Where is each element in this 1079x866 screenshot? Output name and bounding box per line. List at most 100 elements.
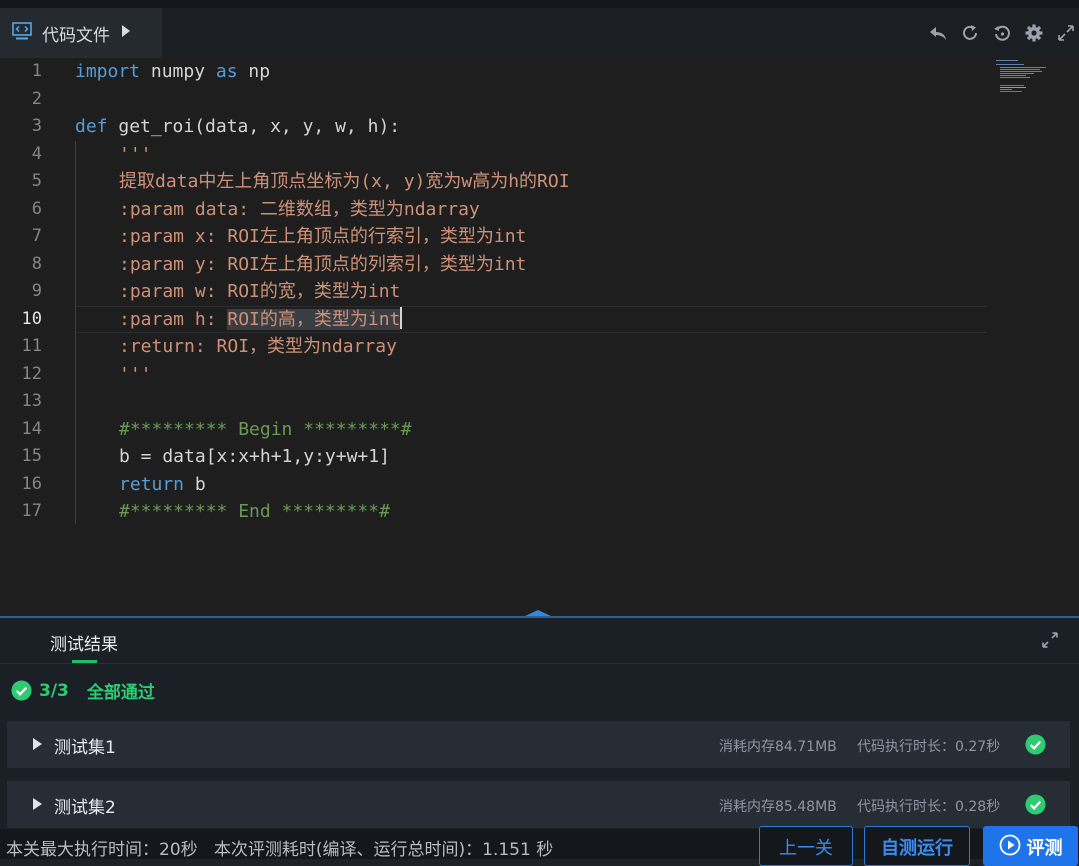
expand-icon[interactable] — [1041, 631, 1059, 649]
code-token: as — [215, 61, 238, 82]
code-token: :param h: — [119, 308, 228, 330]
code-line[interactable]: 5 提取data中左上角顶点坐标为(x, y)宽为w高为h的ROI — [0, 168, 1079, 195]
line-number: 6 — [31, 198, 42, 219]
minimap-line — [996, 60, 1018, 61]
minimap-line — [1000, 77, 1030, 78]
minimap-line — [996, 64, 1024, 65]
test-case-row[interactable]: 测试集1 消耗内存84.71MB 代码执行时长：0.27秒 — [7, 721, 1070, 768]
test-case-row[interactable]: 测试集2 消耗内存85.48MB 代码执行时长：0.28秒 — [7, 781, 1070, 828]
pass-status: 全部通过 — [86, 683, 155, 703]
code-line[interactable]: 2 — [0, 86, 1079, 113]
line-number: 17 — [21, 501, 42, 521]
refresh-icon — [963, 25, 977, 40]
code-token: b — [184, 473, 206, 495]
code-line[interactable]: 7:param x: ROI左上角顶点的行索引，类型为int — [0, 223, 1079, 250]
evaluation-duration: 本次评测耗时(编译、运行总时间)：1.151 秒 — [213, 840, 554, 860]
play-triangle-icon[interactable] — [122, 25, 130, 37]
code-line[interactable]: 8:param y: ROI左上角顶点的列索引，类型为int — [0, 251, 1079, 278]
code-line[interactable]: 6:param data: 二维数组，类型为ndarray — [0, 196, 1079, 223]
line-number: 7 — [31, 226, 42, 246]
code-token: def — [75, 116, 108, 137]
test-case-memory: 消耗内存84.71MB — [719, 739, 837, 755]
gear-icon — [1025, 24, 1043, 42]
code-line[interactable]: 3 def get_roi(data, x, y, w, h): — [0, 113, 1079, 140]
line-number: 16 — [21, 473, 42, 494]
line-number: 9 — [31, 281, 42, 301]
line-number: 11 — [21, 336, 42, 356]
line-number: 3 — [31, 116, 42, 136]
selected-text: ROI的高，类型为int — [227, 308, 401, 330]
tab-test-results[interactable]: 测试结果 — [50, 630, 118, 655]
code-line[interactable]: 16 return b — [0, 471, 1079, 498]
minimap-line — [1000, 85, 1024, 86]
code-line[interactable]: 14 #********* Begin *********# — [0, 416, 1079, 443]
code-token: :param w: ROI的宽，类型为int — [119, 281, 401, 302]
line-number: 13 — [21, 391, 42, 411]
code-token: ''' — [119, 143, 152, 165]
minimap-line — [1000, 67, 1046, 68]
code-line-active[interactable]: 10 :param h: ROI的高，类型为int — [0, 306, 1079, 333]
code-editor[interactable]: 1 import numpy as np 2 3 def get_roi(data,… — [0, 58, 1079, 616]
test-results-panel: 测试结果 3/3 全部通过 测试集1 消耗内存84.71MB 代码执行时长：0.… — [0, 618, 1079, 859]
code-token: b = data[x:x+h+1,y:y+w+1] — [119, 446, 390, 467]
line-number: 5 — [31, 171, 42, 191]
line-number: 10 — [21, 308, 42, 329]
code-line[interactable]: 1 import numpy as np — [0, 58, 1079, 85]
pass-score: 3/3 — [39, 680, 69, 701]
code-token: np — [237, 61, 271, 82]
minimap-line — [1000, 69, 1040, 70]
line-number: 15 — [21, 446, 42, 466]
self-test-run-button[interactable]: 自测运行 — [864, 826, 970, 866]
line-number: 14 — [21, 418, 42, 439]
code-token: return — [119, 473, 185, 495]
result-summary: 3/3 全部通过 — [11, 678, 155, 703]
code-token: :return: ROI，类型为ndarray — [119, 336, 397, 357]
fullscreen-button[interactable] — [1053, 20, 1079, 46]
line-number: 2 — [31, 88, 42, 109]
minimap-line — [1000, 91, 1022, 92]
code-line[interactable]: 4 ''' — [0, 141, 1079, 168]
test-case-memory: 消耗内存85.48MB — [719, 799, 837, 815]
prev-level-label: 上一关 — [779, 838, 833, 859]
code-comment: #********* End *********# — [119, 501, 390, 522]
undo-button[interactable] — [925, 20, 951, 46]
editor-tabbar: 代码文件 — [0, 8, 1079, 58]
code-line[interactable]: 9 :param w: ROI的宽，类型为int — [0, 278, 1079, 305]
test-case-time: 代码执行时长：0.27秒 — [857, 739, 1001, 755]
code-token: numpy — [140, 61, 216, 82]
tab-code-file-label: 代码文件 — [42, 26, 110, 46]
code-line[interactable]: 17 #********* End *********# — [0, 498, 1079, 525]
history-icon — [994, 25, 1010, 41]
line-number: 8 — [31, 253, 42, 274]
check-circle-icon — [11, 680, 32, 701]
minimap-line — [1000, 71, 1042, 72]
self-test-run-label: 自测运行 — [881, 838, 953, 859]
prev-level-button[interactable]: 上一关 — [759, 826, 853, 866]
play-circle-icon — [999, 834, 1020, 856]
code-file-icon — [12, 22, 32, 40]
tab-code-file[interactable]: 代码文件 — [0, 8, 162, 58]
evaluate-label: 评测 — [1026, 838, 1063, 859]
fullscreen-icon — [1058, 25, 1074, 41]
history-button[interactable] — [989, 20, 1015, 46]
code-comment: #********* Begin *********# — [119, 418, 412, 440]
max-execution-time: 本关最大执行时间：20秒 — [6, 840, 198, 860]
line-number: 4 — [31, 143, 42, 164]
code-minimap[interactable] — [994, 58, 1056, 108]
undo-icon — [930, 27, 946, 40]
test-case-time: 代码执行时长：0.28秒 — [857, 799, 1001, 815]
settings-button[interactable] — [1021, 20, 1047, 46]
code-line[interactable]: 12 ''' — [0, 361, 1079, 388]
code-line[interactable]: 11 :return: ROI，类型为ndarray — [0, 333, 1079, 360]
evaluate-button[interactable]: 评测 — [983, 826, 1078, 866]
execution-info: 本关最大执行时间：20秒 本次评测耗时(编译、运行总时间)：1.151 秒 — [6, 835, 553, 860]
test-case-name: 测试集2 — [54, 798, 116, 818]
code-line[interactable]: 15 b = data[x:x+h+1,y:y+w+1] — [0, 443, 1079, 470]
editor-scrollbar[interactable] — [1066, 58, 1079, 616]
minimap-line — [1000, 73, 1034, 74]
code-token: import — [75, 61, 141, 82]
test-case-name: 测试集1 — [54, 738, 116, 758]
refresh-button[interactable] — [957, 20, 983, 46]
code-line[interactable]: 13 — [0, 388, 1079, 415]
results-header: 测试结果 — [0, 618, 1079, 664]
